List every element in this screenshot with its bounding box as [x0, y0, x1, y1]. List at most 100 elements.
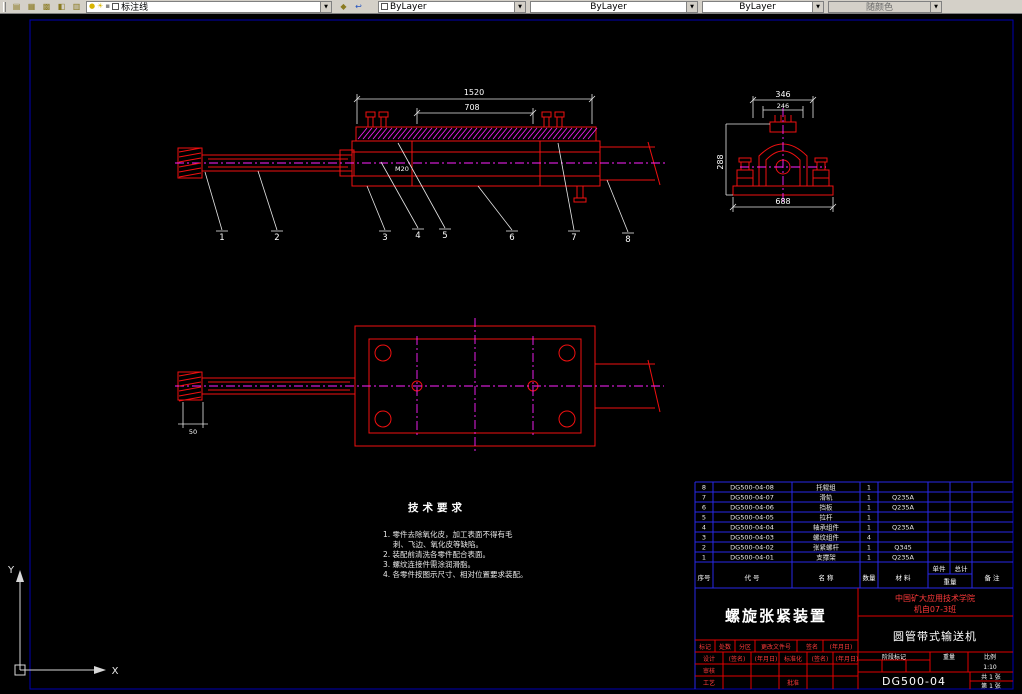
dim-rod-offset: 50 — [189, 428, 197, 436]
design-label: 设计 — [703, 655, 715, 663]
scale-value: 1:10 — [983, 664, 997, 671]
plan-centerlines — [175, 318, 664, 454]
drawing-number: DG500-04 — [882, 675, 946, 688]
bom-row-qty: 1 — [867, 494, 871, 502]
bom-row-code: DG500-04-07 — [730, 494, 774, 502]
layer-states-button[interactable]: ▦ — [24, 0, 39, 13]
bom-row-material: Q235A — [892, 524, 915, 532]
lineweight-dropdown[interactable]: ByLayer ▼ — [702, 0, 824, 13]
bom-header-unit-weight: 单件 — [933, 564, 947, 573]
layer-dropdown[interactable]: ● ☀ ▪ 标注线 ▼ — [86, 0, 332, 13]
bom-header-code: 代 号 — [744, 573, 760, 582]
bom-row-name: 拉杆 — [820, 513, 834, 522]
bom-row-code: DG500-04-03 — [730, 534, 774, 542]
bom-row-code: DG500-04-08 — [730, 484, 774, 492]
plotstyle-dropdown: 随颜色 ▼ — [828, 0, 942, 13]
bom-row-material: Q345 — [894, 544, 912, 552]
bom-row-qty: 1 — [867, 554, 871, 562]
current-plotstyle-value: 随颜色 — [865, 3, 893, 13]
bom-row-name: 托辊组 — [816, 483, 836, 492]
layer-freeze-button[interactable]: ▩ — [39, 0, 54, 13]
bom-row-no: 3 — [702, 534, 706, 542]
plotstyle-dropdown-arrow-icon: ▼ — [930, 1, 941, 12]
part-callout: 3 — [382, 233, 387, 243]
tech-requirements-title: 技术要求 — [408, 501, 466, 514]
toolbar-grip[interactable] — [3, 1, 6, 12]
part-callout: 1 — [219, 233, 224, 243]
revision-label: 标记 — [699, 643, 711, 651]
layer-lock-button[interactable]: ◧ — [54, 0, 69, 13]
part-callout: 2 — [274, 233, 279, 243]
dim-section-width: 346 — [775, 90, 790, 99]
bom-row-qty: 1 — [867, 484, 871, 492]
sheet-frame — [29, 19, 1014, 690]
tech-note-line: 刺、飞边、氧化皮等缺陷。 — [393, 539, 483, 549]
part-callout: 6 — [509, 233, 514, 243]
bom-header-remark: 备 注 — [984, 573, 1000, 582]
tech-note-line: 2. 装配前清洗各零件配合表面。 — [383, 549, 490, 559]
layer-dropdown-arrow-icon[interactable]: ▼ — [320, 1, 331, 12]
ucs-icon — [14, 570, 106, 676]
bom-row-qty: 1 — [867, 504, 871, 512]
linetype-dropdown[interactable]: ByLayer ▼ — [530, 0, 698, 13]
part-callout: 4 — [415, 231, 420, 241]
dim-section-base: 688 — [775, 197, 790, 206]
bom-row-qty: 1 — [867, 524, 871, 532]
dim-section-height: 288 — [716, 154, 725, 169]
layer-lock-toggle-icon: ◧ — [57, 2, 66, 11]
bom-header-qty: 数量 — [863, 573, 877, 582]
make-object-layer-current-button[interactable]: ◆ — [336, 0, 351, 13]
bom-header-name: 名 称 — [818, 573, 834, 582]
ucs-y-label: Y — [7, 565, 15, 576]
side-view — [177, 111, 661, 203]
bom-header-weight: 重量 — [944, 578, 958, 586]
design-label: (年月日) — [755, 655, 778, 663]
dim-bolt-spacing: 708 — [464, 103, 479, 112]
make-layer-current-icon: ◆ — [340, 2, 347, 11]
layer-color-swatch — [112, 3, 120, 10]
bom-row-material: Q235A — [892, 494, 915, 502]
bom-row-no: 4 — [702, 524, 706, 532]
layer-previous-button[interactable]: ↩ — [351, 0, 366, 13]
drawing-canvas[interactable]: 1520 708 M20 346 246 288 688 50 技术要求 序号 … — [0, 0, 1022, 694]
part-callout: 5 — [442, 231, 447, 241]
design-label: 标准化 — [784, 655, 802, 663]
bom-row-code: DG500-04-02 — [730, 544, 774, 552]
color-dropdown[interactable]: ByLayer ▼ — [378, 0, 526, 13]
layer-on-icon: ● — [89, 2, 96, 10]
bom-row-name: 轴承组件 — [813, 523, 840, 532]
sheet-page: 第 1 张 — [981, 682, 1001, 690]
bom-header-no: 序号 — [698, 573, 712, 582]
weight-label: 重量 — [943, 653, 955, 661]
bom-row-name: 滑轨 — [820, 493, 834, 502]
lineweight-dropdown-arrow-icon[interactable]: ▼ — [812, 1, 823, 12]
project-name: 圆管带式输送机 — [893, 629, 977, 643]
design-label: (签名) — [729, 655, 746, 663]
plan-dimensions — [178, 402, 208, 428]
company-name: 中国矿大应用技术学院 — [895, 593, 975, 603]
drawing-title: 螺旋张紧装置 — [725, 607, 827, 625]
callout-leaders — [204, 142, 634, 234]
bom-row-name: 螺纹组件 — [813, 533, 840, 542]
part-callout: 7 — [571, 233, 576, 243]
part-callout: 8 — [625, 235, 630, 245]
layer-properties-button[interactable]: ▤ — [9, 0, 24, 13]
bom-row-code: DG500-04-01 — [730, 554, 774, 562]
revision-label: 签名 — [806, 643, 818, 651]
current-color-swatch — [381, 3, 388, 10]
linetype-dropdown-arrow-icon[interactable]: ▼ — [686, 1, 697, 12]
ucs-x-label: X — [112, 666, 119, 677]
bom-row-code: DG500-04-06 — [730, 504, 774, 512]
approve-label: 批准 — [787, 679, 799, 687]
revision-label: (年月日) — [830, 643, 853, 651]
bom-row-qty: 1 — [867, 544, 871, 552]
layer-lock-icon: ▪ — [105, 2, 111, 10]
bom-row-no: 8 — [702, 484, 706, 492]
color-dropdown-arrow-icon[interactable]: ▼ — [514, 1, 525, 12]
bom-row-qty: 1 — [867, 514, 871, 522]
bom-row-name: 支撑架 — [816, 553, 836, 562]
design-label: (年月日) — [836, 655, 859, 663]
current-lineweight-value: ByLayer — [739, 1, 776, 12]
layer-off-button[interactable]: ▥ — [69, 0, 84, 13]
process-label: 工艺 — [703, 679, 715, 687]
